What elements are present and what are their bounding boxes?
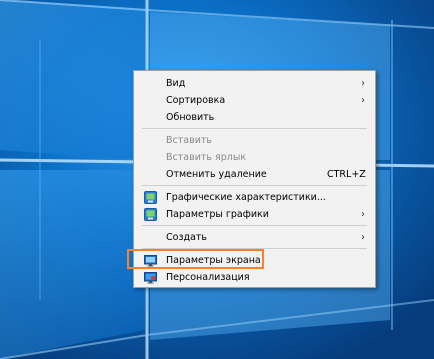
keyboard-shortcut: CTRL+Z bbox=[327, 169, 366, 180]
highlight-box bbox=[127, 249, 264, 269]
intel-graphics-icon bbox=[144, 191, 157, 204]
menu-item-label: Вставить bbox=[166, 135, 213, 146]
menu-item-sort[interactable]: Сортировка › bbox=[134, 92, 375, 109]
chevron-right-icon: › bbox=[361, 209, 365, 220]
menu-item-undo-delete[interactable]: Отменить удаление CTRL+Z bbox=[134, 166, 375, 183]
menu-item-paste: Вставить bbox=[134, 132, 375, 149]
menu-item-view[interactable]: Вид › bbox=[134, 75, 375, 92]
menu-item-label: Параметры графики bbox=[166, 209, 269, 220]
menu-item-refresh[interactable]: Обновить bbox=[134, 109, 375, 126]
menu-item-label: Вид bbox=[166, 78, 186, 89]
personalization-icon bbox=[144, 272, 157, 284]
chevron-right-icon: › bbox=[361, 78, 365, 89]
menu-item-graphics-options[interactable]: Параметры графики › bbox=[134, 206, 375, 223]
menu-separator bbox=[142, 225, 367, 226]
menu-item-label: Обновить bbox=[166, 112, 215, 123]
menu-separator bbox=[142, 185, 367, 186]
menu-item-label: Персонализация bbox=[166, 272, 250, 283]
menu-item-personalize[interactable]: Персонализация bbox=[134, 269, 375, 286]
intel-graphics-icon bbox=[144, 208, 157, 221]
menu-item-label: Вставить ярлык bbox=[166, 152, 247, 163]
menu-item-new[interactable]: Создать › bbox=[134, 229, 375, 246]
menu-separator bbox=[142, 128, 367, 129]
menu-item-paste-shortcut: Вставить ярлык bbox=[134, 149, 375, 166]
menu-item-label: Сортировка bbox=[166, 95, 226, 106]
chevron-right-icon: › bbox=[361, 232, 365, 243]
menu-item-label: Отменить удаление bbox=[166, 169, 267, 180]
menu-item-label: Создать bbox=[166, 232, 208, 243]
chevron-right-icon: › bbox=[361, 95, 365, 106]
menu-item-graphics-properties[interactable]: Графические характеристики... bbox=[134, 189, 375, 206]
menu-item-label: Графические характеристики... bbox=[166, 192, 326, 203]
